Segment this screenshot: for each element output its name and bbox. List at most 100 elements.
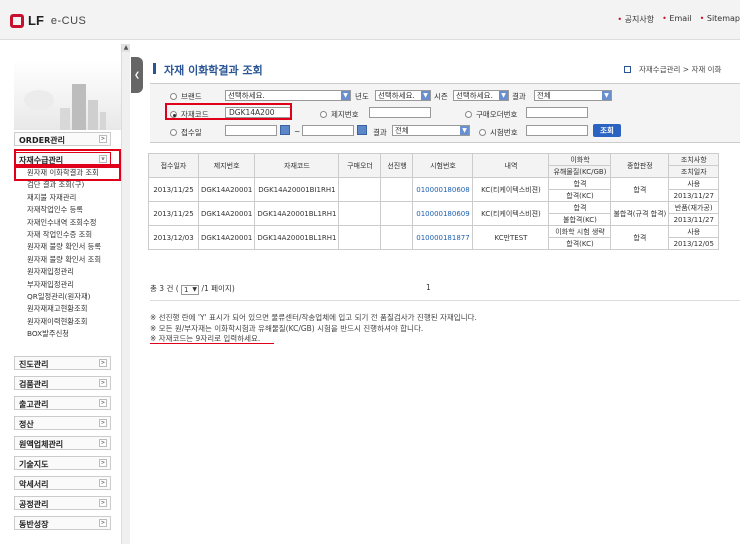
sitemap-link[interactable]: Sitemap — [707, 14, 740, 23]
result2-label: 결과 — [373, 128, 387, 137]
page-number[interactable]: 1 — [426, 283, 431, 292]
result-label: 결과 — [512, 92, 526, 101]
brand-radio[interactable]: 브랜드 — [170, 91, 202, 102]
col-jaeji: 제지번호 — [197, 153, 256, 178]
jaeji-radio[interactable]: 제지번호 — [320, 109, 359, 120]
cell-code: DGK14A20001BL1RH1 — [254, 225, 340, 250]
date-radio[interactable]: 접수일 — [170, 127, 202, 138]
submenu-item[interactable]: BOX발주신청 — [27, 328, 122, 340]
menu-vendor[interactable]: 원액업체관리 > — [14, 436, 111, 450]
search-button[interactable]: 조회 — [593, 124, 621, 137]
submenu-item[interactable]: 자재인수내역 조회수정 — [27, 217, 122, 229]
breadcrumb: 자재수급관리 > 자재 이화 — [624, 64, 721, 75]
chevron-right-icon: > — [99, 419, 107, 427]
cell-sunjin — [380, 177, 414, 202]
email-link[interactable]: Email — [669, 14, 691, 23]
chevron-right-icon: > — [99, 439, 107, 447]
top-header: LF e-CUS • 공지사항 • Email • Sitemap — [0, 0, 740, 40]
submenu-item[interactable]: 부자재입정관리 — [27, 279, 122, 291]
calendar-icon[interactable] — [357, 125, 367, 135]
chevron-right-icon: > — [99, 135, 107, 143]
menu-settlement[interactable]: 정산 > — [14, 416, 111, 430]
chevron-down-icon: ▼ — [341, 91, 350, 100]
cell-content: KC(티케이텍스비젼) — [472, 201, 550, 226]
table-row: 2013/11/25 DGK14A20001 DGK14A20001BI1RH1… — [148, 177, 720, 202]
menu-tech[interactable]: 기술지도 > — [14, 456, 111, 470]
notice-link[interactable]: 공지사항 — [625, 15, 654, 24]
sidebar-banner-image — [14, 60, 122, 130]
menu-growth[interactable]: 동반성장 > — [14, 516, 111, 530]
table-row: 2013/12/03 DGK14A20001 DGK14A20001BL1RH1… — [148, 225, 720, 250]
test-number-radio[interactable]: 시험번호 — [479, 127, 518, 138]
menu-progress[interactable]: 진도관리 > — [14, 356, 111, 370]
date-to-input[interactable] — [302, 125, 354, 136]
submenu-item[interactable]: QR일정관리(원자재) — [27, 291, 122, 303]
chevron-right-icon: > — [99, 519, 107, 527]
cell-overall: 합격 — [610, 177, 670, 202]
cell-action: 사용 — [668, 225, 720, 238]
col-test: 시험번호 — [412, 153, 474, 178]
cell-content: KC만TEST — [472, 225, 550, 250]
test-number-input[interactable] — [526, 125, 588, 136]
chevron-right-icon: > — [99, 399, 107, 407]
submenu-item[interactable]: 원자재입정관리 — [27, 266, 122, 278]
submenu-item[interactable]: 재지불 자재관리 — [27, 192, 122, 204]
cell-chem: 합격 — [548, 201, 612, 214]
order-radio[interactable]: 구매오더번호 — [465, 109, 517, 120]
test-number-link[interactable]: 010000180608 — [412, 177, 474, 202]
collapse-sidebar-button[interactable]: ❮ — [131, 57, 143, 93]
highlight-submenu-box — [14, 166, 121, 181]
menu-shipping[interactable]: 출고관리 > — [14, 396, 111, 410]
submenu-item[interactable]: 검단 결과 조회(구) — [27, 179, 122, 191]
menu-inspection[interactable]: 검품관리 > — [14, 376, 111, 390]
page-select[interactable]: 1 ▼ — [181, 285, 200, 295]
result2-select[interactable]: 전체 ▼ — [392, 125, 470, 136]
cell-action: 사용 — [668, 177, 720, 190]
chevron-right-icon: > — [99, 459, 107, 467]
date-from-input[interactable] — [225, 125, 277, 136]
result-select[interactable]: 전체 ▼ — [534, 90, 612, 101]
cell-chem-sub: 합격(KC) — [548, 189, 612, 202]
submenu-item[interactable]: 원자재 불량 확인서 등록 — [27, 241, 122, 253]
app-name: e-CUS — [50, 14, 87, 27]
year-select[interactable]: 선택하세요. ▼ — [375, 90, 431, 101]
year-label: 년도 — [355, 92, 369, 101]
calendar-icon[interactable] — [280, 125, 290, 135]
home-icon — [624, 66, 631, 73]
cell-date: 2013/12/03 — [148, 225, 199, 250]
cell-date: 2013/11/25 — [148, 177, 199, 202]
radio-icon — [479, 129, 486, 136]
chevron-down-icon: ▼ — [192, 286, 198, 293]
scroll-up-icon[interactable]: ▲ — [122, 44, 130, 52]
submenu-item[interactable]: 원자재 불량 확인서 조회 — [27, 254, 122, 266]
page-title: 자재 이화학결과 조회 — [164, 64, 263, 77]
jaeji-input[interactable] — [369, 107, 431, 118]
col-order: 구매오더 — [338, 153, 382, 178]
order-number-input[interactable] — [526, 107, 588, 118]
test-number-link[interactable]: 010000180609 — [412, 201, 474, 226]
cell-action: 반품(재가공) — [668, 201, 720, 214]
sidebar-scrollbar[interactable] — [121, 44, 130, 544]
test-number-link[interactable]: 010000181877 — [412, 225, 474, 250]
menu-accessory[interactable]: 악세서리 > — [14, 476, 111, 490]
logo[interactable]: LF e-CUS — [10, 13, 86, 28]
notes: ※ 선진행 란에 'Y' 표시가 되어 있으면 물류센터/작송업체에 입고 되기… — [150, 313, 477, 345]
col-sunjin: 선진행 — [380, 153, 414, 178]
cell-code: DGK14A20001BI1RH1 — [254, 177, 340, 202]
col-action: 조치사항 — [668, 153, 720, 166]
menu-process[interactable]: 공정관리 > — [14, 496, 111, 510]
cell-content: KC(티케이텍스비젼) — [472, 177, 550, 202]
col-chem: 이화학 — [548, 153, 612, 166]
submenu-item[interactable]: 원자재재고현황조회 — [27, 303, 122, 315]
col-overall: 종합판정 — [610, 153, 670, 178]
highlight-code-box — [165, 103, 292, 120]
submenu-item[interactable]: 자재 작업인수증 조회 — [27, 229, 122, 241]
submenu-item[interactable]: 원자재이력현황조회 — [27, 316, 122, 328]
menu-order[interactable]: ORDER관리 > — [14, 132, 111, 146]
radio-icon — [320, 111, 327, 118]
submenu-item[interactable]: 자재작업인수 등록 — [27, 204, 122, 216]
divider — [150, 300, 740, 301]
brand-select[interactable]: 선택하세요. ▼ — [225, 90, 351, 101]
season-select[interactable]: 선택하세요. ▼ — [453, 90, 509, 101]
cell-chem: 이화학 시험 생략 — [548, 225, 612, 238]
